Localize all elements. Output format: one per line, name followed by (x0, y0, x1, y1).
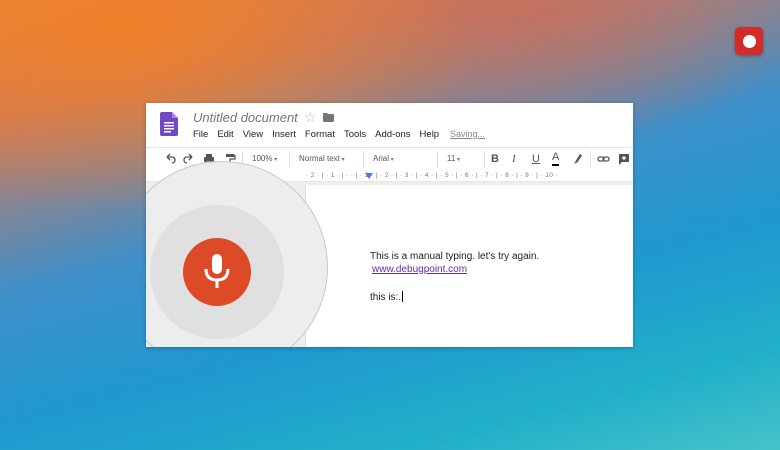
font-size-select[interactable]: 11 (447, 152, 479, 166)
folder-icon[interactable] (323, 113, 334, 122)
hyperlink[interactable]: www.debugpoint.com (372, 264, 467, 275)
menu-file[interactable]: File (193, 129, 208, 140)
document-title[interactable]: Untitled document (193, 110, 298, 125)
undo-icon[interactable] (164, 152, 176, 166)
menu-edit[interactable]: Edit (217, 129, 233, 140)
bold-button[interactable]: B (491, 152, 499, 166)
text-cursor (402, 291, 404, 302)
google-docs-window: Untitled document ☆ File Edit View Inser… (146, 103, 633, 347)
menu-view[interactable]: View (243, 129, 263, 140)
zoom-select[interactable]: 100% (252, 152, 277, 166)
italic-button[interactable]: I (512, 152, 516, 166)
indent-marker-icon[interactable] (365, 173, 373, 179)
menu-insert[interactable]: Insert (272, 129, 296, 140)
microphone-icon (204, 254, 230, 288)
text-color-button[interactable]: A (552, 152, 560, 166)
voice-typing-mic-button[interactable] (183, 238, 251, 306)
menu-help[interactable]: Help (420, 129, 440, 140)
text-line-3-content: this is:. (370, 292, 402, 303)
save-status[interactable]: Saving... (450, 129, 485, 139)
text-line-3: this is:. (370, 291, 404, 303)
link-icon[interactable] (597, 152, 610, 166)
separator (437, 151, 438, 168)
record-icon (742, 34, 756, 48)
text-line-1: This is a manual typing. let's try again… (370, 251, 540, 262)
style-select[interactable]: Normal text (299, 152, 345, 166)
menu-format[interactable]: Format (305, 129, 335, 140)
font-select[interactable]: Arial (373, 152, 429, 166)
menu-tools[interactable]: Tools (344, 129, 366, 140)
title-bar: Untitled document ☆ File Edit View Inser… (146, 103, 633, 147)
screen-record-button[interactable] (735, 27, 763, 55)
underline-button[interactable]: U (532, 152, 540, 166)
highlight-icon[interactable] (572, 152, 584, 166)
separator (590, 151, 591, 168)
voice-typing-ring (150, 205, 284, 339)
star-icon[interactable]: ☆ (304, 109, 317, 126)
ruler-scale: · 2 · | · 1 · | · · | · 1 · | · 2 · | · … (306, 172, 559, 179)
document-page[interactable]: This is a manual typing. let's try again… (305, 185, 633, 347)
separator (289, 151, 290, 168)
docs-logo-icon[interactable] (160, 112, 178, 136)
menu-addons[interactable]: Add-ons (375, 129, 410, 140)
menu-bar: File Edit View Insert Format Tools Add-o… (193, 129, 448, 140)
voice-typing-panel (146, 161, 328, 347)
separator (363, 151, 364, 168)
add-comment-icon[interactable] (618, 152, 630, 166)
separator (484, 151, 485, 168)
